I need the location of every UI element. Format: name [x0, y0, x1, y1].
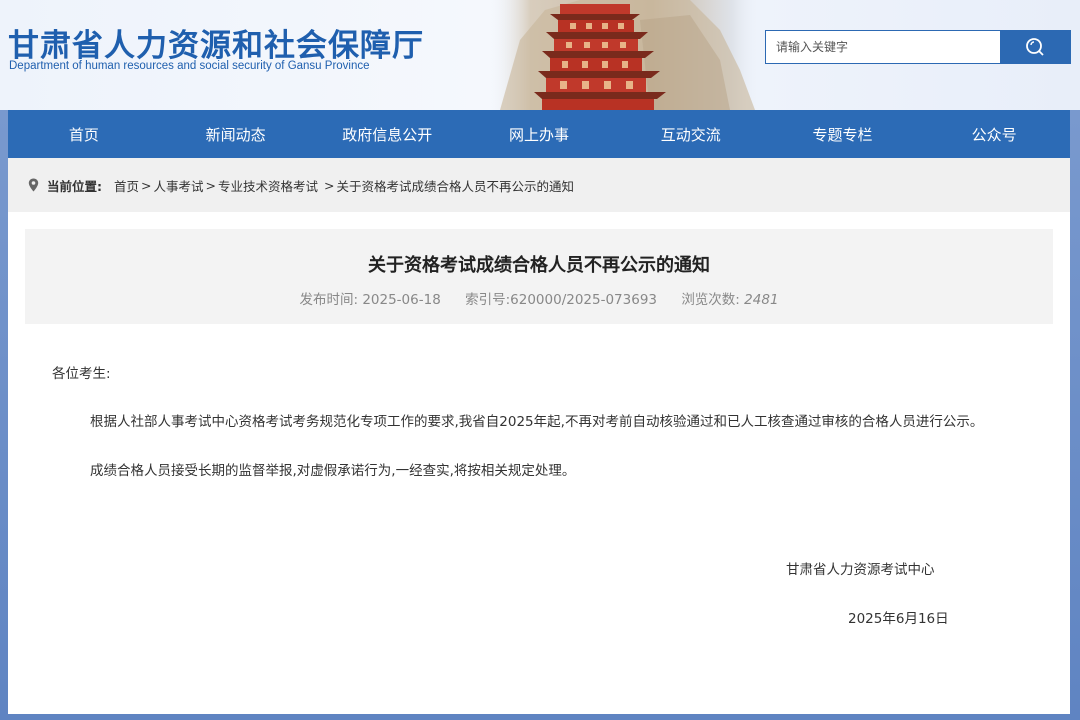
site-title[interactable]: 甘肃省人力资源和社会保障厅 [8, 20, 424, 65]
publish-date: 2025-06-18 [362, 292, 441, 308]
paragraph: 成绩合格人员接受长期的监督举报,对虚假承诺行为,一经查实,将按相关规定处理。 [90, 463, 576, 479]
location-pin-icon [28, 178, 39, 192]
breadcrumb-separator: > [141, 177, 152, 193]
paragraph: 根据人社部人事考试中心资格考试考务规范化专项工作的要求,我省自2025年起,不再… [90, 414, 984, 430]
search-box [765, 30, 1071, 64]
nav-item-home[interactable]: 首页 [8, 110, 160, 158]
site-subtitle: Department of human resources and social… [9, 60, 370, 72]
salutation: 各位考生: [52, 366, 111, 382]
nav-item-online-services[interactable]: 网上办事 [463, 110, 615, 158]
article-content: 关于资格考试成绩合格人员不再公示的通知 发布时间: 2025-06-18 索引号… [8, 212, 1070, 714]
search-icon [1026, 38, 1044, 56]
page: 甘肃省人力资源和社会保障厅 Department of human resour… [0, 0, 1080, 720]
nav-item-gov-info[interactable]: 政府信息公开 [311, 110, 463, 158]
breadcrumb-professional-exams[interactable]: 专业技术资格考试 [218, 176, 318, 195]
views-count: 2481 [744, 292, 779, 308]
signature-organization: 甘肃省人力资源考试中心 [786, 562, 935, 578]
search-input[interactable] [766, 31, 1000, 63]
article-title: 关于资格考试成绩合格人员不再公示的通知 [368, 255, 710, 276]
main-nav: 首页 新闻动态 政府信息公开 网上办事 互动交流 专题专栏 公众号 [8, 110, 1070, 158]
nav-item-interaction[interactable]: 互动交流 [615, 110, 767, 158]
index-number-label: 索引号: [465, 292, 511, 308]
index-number: 620000/2025-073693 [510, 292, 658, 308]
publish-date-label: 发布时间: [299, 292, 359, 308]
breadcrumb-separator: > [205, 177, 216, 193]
pagoda-banner-image [490, 0, 760, 110]
breadcrumb: 当前位置: 首页 > 人事考试 > 专业技术资格考试 > 关于资格考试成绩合格人… [8, 158, 1070, 212]
article-header: 关于资格考试成绩合格人员不再公示的通知 发布时间: 2025-06-18 索引号… [25, 229, 1053, 324]
breadcrumb-home[interactable]: 首页 [114, 176, 139, 195]
nav-item-news[interactable]: 新闻动态 [160, 110, 312, 158]
nav-item-official-account[interactable]: 公众号 [918, 110, 1070, 158]
site-header: 甘肃省人力资源和社会保障厅 Department of human resour… [0, 0, 1080, 110]
views-label: 浏览次数: [681, 292, 740, 308]
signature-date: 2025年6月16日 [848, 611, 949, 627]
breadcrumb-current[interactable]: 关于资格考试成绩合格人员不再公示的通知 [337, 176, 575, 195]
article-meta: 发布时间: 2025-06-18 索引号:620000/2025-073693 … [25, 288, 1053, 308]
nav-item-topics[interactable]: 专题专栏 [767, 110, 919, 158]
breadcrumb-separator: > [324, 177, 335, 193]
breadcrumb-label: 当前位置: [47, 178, 102, 194]
breadcrumb-exams[interactable]: 人事考试 [154, 176, 204, 195]
search-button[interactable] [1000, 31, 1070, 63]
